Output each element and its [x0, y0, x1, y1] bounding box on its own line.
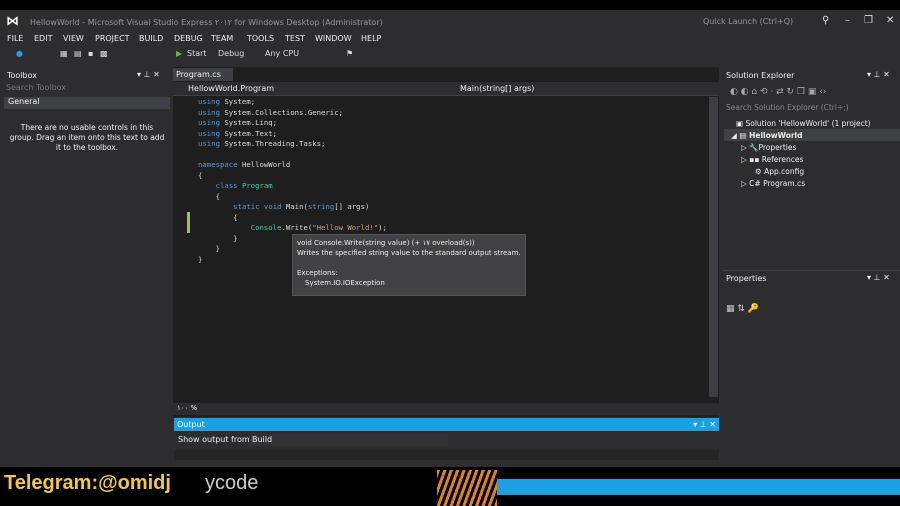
tree-app-config[interactable]: ⚙ App.config	[755, 167, 804, 176]
code-line[interactable]	[198, 150, 387, 161]
menu-tools[interactable]: TOOLS	[247, 34, 274, 43]
code-line[interactable]: class Program	[198, 181, 387, 192]
tree-properties[interactable]: ▷ 🔧Properties	[741, 143, 796, 152]
open-icon[interactable]: ▤	[74, 49, 82, 58]
menu-debug[interactable]: DEBUG	[174, 34, 203, 43]
code-line[interactable]: {	[198, 171, 387, 182]
save-all-icon[interactable]: ▩	[100, 49, 108, 58]
code-line[interactable]: using System.Text;	[198, 129, 387, 140]
menu-bar: FILE EDIT VIEW PROJECT BUILD DEBUG TEAM …	[0, 32, 900, 46]
menu-team[interactable]: TEAM	[211, 34, 233, 43]
tooltip-exception: System.IO.IOException	[305, 279, 385, 287]
search-icon[interactable]: ⚲	[822, 15, 829, 26]
tree-project[interactable]: ◢ ▤ HellowWorld	[731, 131, 802, 140]
menu-test[interactable]: TEST	[285, 34, 305, 43]
restore-button[interactable]: ❐	[864, 15, 873, 26]
show-output-label: Show output from:	[178, 435, 253, 444]
output-content[interactable]	[174, 450, 719, 460]
toolbox-pin-icon[interactable]: ▾ ⊥ ✕	[137, 70, 160, 79]
start-icon[interactable]: ▶	[176, 49, 182, 58]
visual-studio-logo-icon: ⋈	[6, 14, 19, 29]
tree-label: App.config	[764, 167, 805, 176]
quick-launch-input[interactable]: Quick Launch (Ctrl+Q)	[703, 17, 793, 26]
code-line[interactable]: using System.Threading.Tasks;	[198, 139, 387, 150]
code-line[interactable]: {	[198, 192, 387, 203]
navigation-bar: HellowWorld.Program Main(string[] args)	[173, 82, 719, 96]
tab-program-cs[interactable]: Program.cs	[173, 68, 233, 81]
tree-solution[interactable]: ▣ Solution 'HellowWorld' (1 project)	[736, 119, 871, 128]
tree-label: Program.cs	[763, 179, 806, 188]
toolbox-search-input[interactable]: Search Toolbox	[2, 83, 170, 95]
menu-window[interactable]: WINDOW	[315, 34, 352, 43]
platform-dropdown[interactable]: Any CPU	[265, 49, 299, 58]
output-close-icon[interactable]: ▾ ⊥ ✕	[693, 420, 716, 429]
output-source-dropdown[interactable]: Build	[250, 434, 448, 446]
window-title: HellowWorld - Microsoft Visual Studio Ex…	[30, 18, 383, 27]
tree-references[interactable]: ▷ ▪▪ References	[741, 155, 803, 164]
code-line[interactable]: using System;	[198, 97, 387, 108]
tree-label: References	[761, 155, 804, 164]
code-line[interactable]: namespace HellowWorld	[198, 160, 387, 171]
properties-panel	[722, 270, 900, 470]
solution-explorer-search[interactable]: Search Solution Explorer (Ctrl+;)	[724, 101, 898, 114]
se-pin-icon[interactable]: ▾ ⊥ ✕	[867, 70, 890, 79]
minimize-button[interactable]: –	[845, 15, 850, 26]
change-marker	[187, 212, 190, 233]
properties-title: Properties	[726, 274, 767, 283]
toolbox-group-general[interactable]: General	[4, 97, 170, 109]
menu-build[interactable]: BUILD	[139, 34, 163, 43]
type-dropdown[interactable]: HellowWorld.Program	[188, 84, 274, 93]
watermark-text-2: ycode	[205, 472, 259, 494]
new-project-icon[interactable]: ▦	[60, 49, 68, 58]
tree-label: Solution 'HellowWorld' (1 project)	[745, 119, 871, 128]
se-toolbar-icons[interactable]: ◐ ◐ ⌂ ⟲ · ⇄ ↻ ❐ ▣ ‹›	[730, 87, 826, 97]
member-dropdown[interactable]: Main(string[] args)	[460, 84, 534, 93]
vertical-scrollbar[interactable]	[709, 97, 718, 397]
watermark-text: Telegram:@omidj	[4, 472, 171, 494]
props-pin-icon[interactable]: ▾ ⊥ ✕	[867, 273, 890, 282]
back-icon[interactable]: ●	[16, 49, 23, 58]
start-button[interactable]: Start	[187, 49, 207, 58]
save-icon[interactable]: ▪	[88, 49, 93, 58]
group-label: General	[8, 97, 40, 106]
output-header: Output ▾ ⊥ ✕	[174, 418, 719, 431]
code-line[interactable]: static void Main(string[] args)	[198, 202, 387, 213]
zoom-bar: ۱۰۰ %	[173, 403, 719, 415]
props-toolbar-icons[interactable]: ▦ ⇅ 🔑	[726, 304, 759, 314]
top-band	[0, 0, 900, 10]
toolbox-message: There are no usable controls in this gro…	[9, 123, 165, 152]
zoom-level[interactable]: ۱۰۰ %	[173, 404, 197, 412]
toolbar: ● ▦ ▤ ▪ ▩ ▶ Start Debug Any CPU ⚑	[0, 46, 900, 63]
watermark-lines	[437, 470, 497, 506]
code-line[interactable]: {	[198, 213, 387, 224]
output-title: Output	[177, 420, 205, 429]
menu-project[interactable]: PROJECT	[95, 34, 130, 43]
code-line[interactable]: using System.Linq;	[198, 118, 387, 129]
quickinfo-tooltip: void Console.Write(string value) (+ ۱۷ o…	[292, 234, 526, 296]
tree-label: HellowWorld	[749, 131, 803, 140]
tooltip-exceptions-label: Exceptions:	[297, 269, 338, 277]
watermark-stripe	[485, 479, 900, 495]
menu-help[interactable]: HELP	[361, 34, 381, 43]
config-dropdown[interactable]: Debug	[218, 49, 244, 58]
tooltip-signature: void Console.Write(string value) (+ ۱۷ o…	[297, 239, 475, 247]
toolbox-title: Toolbox	[7, 71, 37, 80]
solution-explorer-title: Solution Explorer	[726, 71, 795, 80]
menu-view[interactable]: VIEW	[63, 34, 84, 43]
menu-edit[interactable]: EDIT	[34, 34, 52, 43]
close-button[interactable]: ✕	[886, 15, 894, 26]
tooltip-description: Writes the specified string value to the…	[297, 249, 521, 257]
find-icon[interactable]: ⚑	[346, 49, 353, 58]
menu-file[interactable]: FILE	[7, 34, 23, 43]
tree-program-cs[interactable]: ▷ C# Program.cs	[741, 179, 805, 188]
tree-label: Properties	[758, 143, 797, 152]
code-line[interactable]: Console.Write("Hellow World!");	[198, 223, 387, 234]
code-line[interactable]: using System.Collections.Generic;	[198, 108, 387, 119]
